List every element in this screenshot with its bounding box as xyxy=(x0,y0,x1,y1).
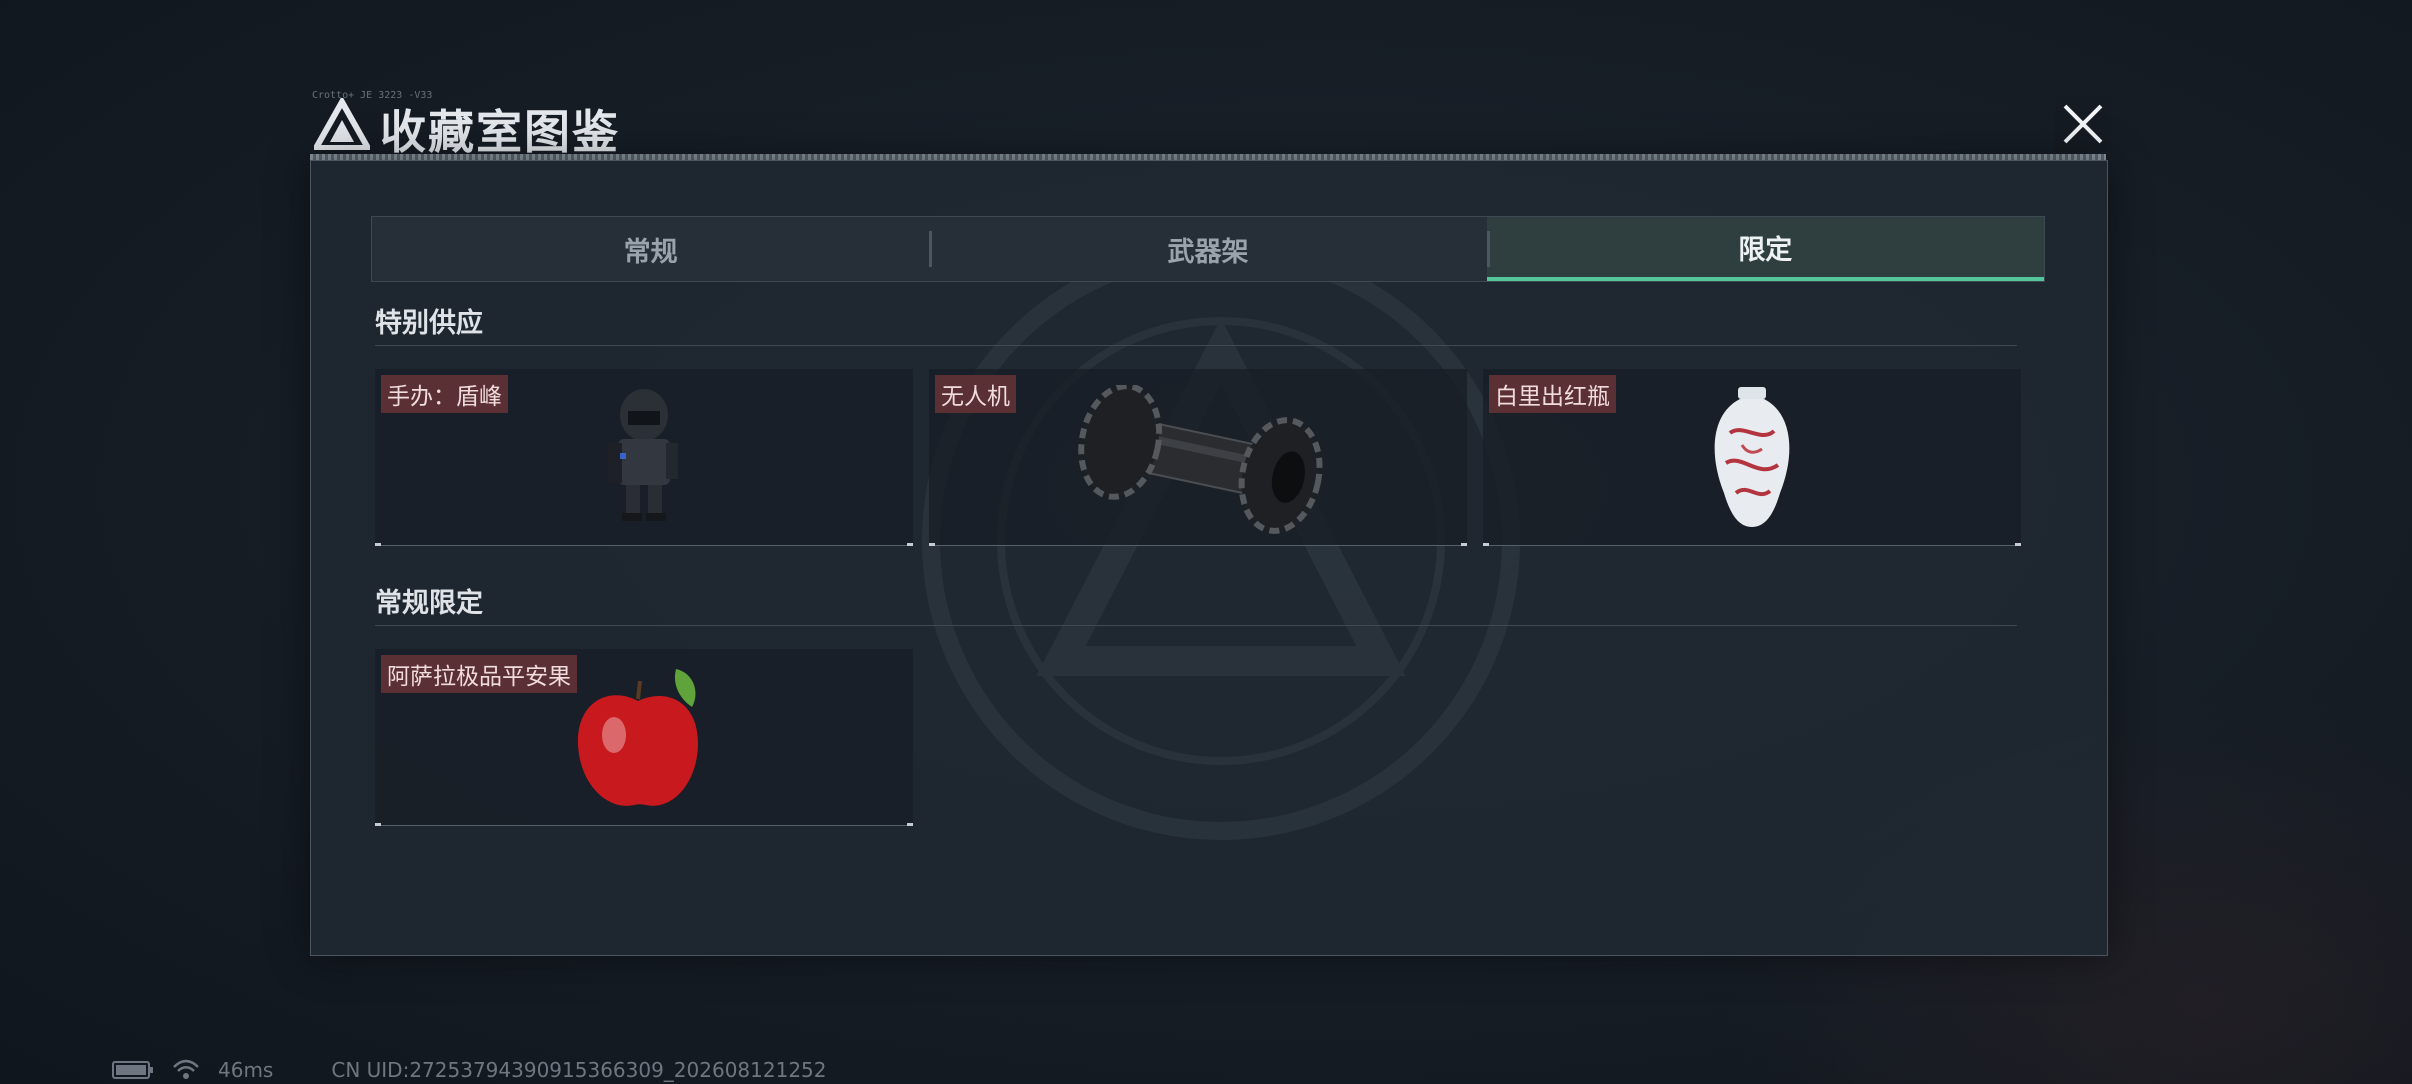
item-label: 阿萨拉极品平安果 xyxy=(381,655,577,693)
item-label: 无人机 xyxy=(935,375,1016,413)
status-bar: 46ms CN UID:27253794390915366309_2026081… xyxy=(112,1058,827,1082)
apple-icon xyxy=(577,669,698,806)
drone-roller-icon xyxy=(1078,385,1323,534)
porcelain-vase-icon xyxy=(1714,387,1790,527)
section-divider xyxy=(375,625,2017,626)
tab-regular[interactable]: 常规 xyxy=(372,217,929,281)
collection-item-drone[interactable]: 无人机 xyxy=(929,369,1467,546)
collection-item-apple[interactable]: 阿萨拉极品平安果 xyxy=(375,649,913,826)
close-button[interactable] xyxy=(2055,96,2111,152)
collection-dialog: 常规 武器架 限定 特别供应 手办：盾峰 无人机 白里出红瓶 常规限定 阿萨拉极… xyxy=(310,160,2108,956)
figure-icon xyxy=(608,389,678,521)
wifi-icon xyxy=(173,1059,199,1079)
uid-text: CN UID:27253794390915366309_202608121252 xyxy=(331,1058,827,1082)
item-label: 白里出红瓶 xyxy=(1489,375,1616,413)
dialog-header: Crotto+ JE 3223 -V33 收藏室图鉴 xyxy=(310,90,2111,160)
battery-icon xyxy=(112,1061,153,1079)
section-title-special-supply: 特别供应 xyxy=(375,308,483,339)
ping-text: 46ms xyxy=(218,1058,274,1082)
section-divider xyxy=(375,345,2017,346)
dialog-title: 收藏室图鉴 xyxy=(380,105,620,159)
logo-triangle-icon xyxy=(314,98,370,150)
collection-item-vase[interactable]: 白里出红瓶 xyxy=(1483,369,2021,546)
tab-limited[interactable]: 限定 xyxy=(1486,217,2044,281)
tab-weapon-rack[interactable]: 武器架 xyxy=(929,217,1486,281)
collection-item-figure[interactable]: 手办：盾峰 xyxy=(375,369,913,546)
section-title-regular-limited: 常规限定 xyxy=(375,588,483,619)
item-label: 手办：盾峰 xyxy=(381,375,508,413)
category-tabs: 常规 武器架 限定 xyxy=(371,216,2045,282)
